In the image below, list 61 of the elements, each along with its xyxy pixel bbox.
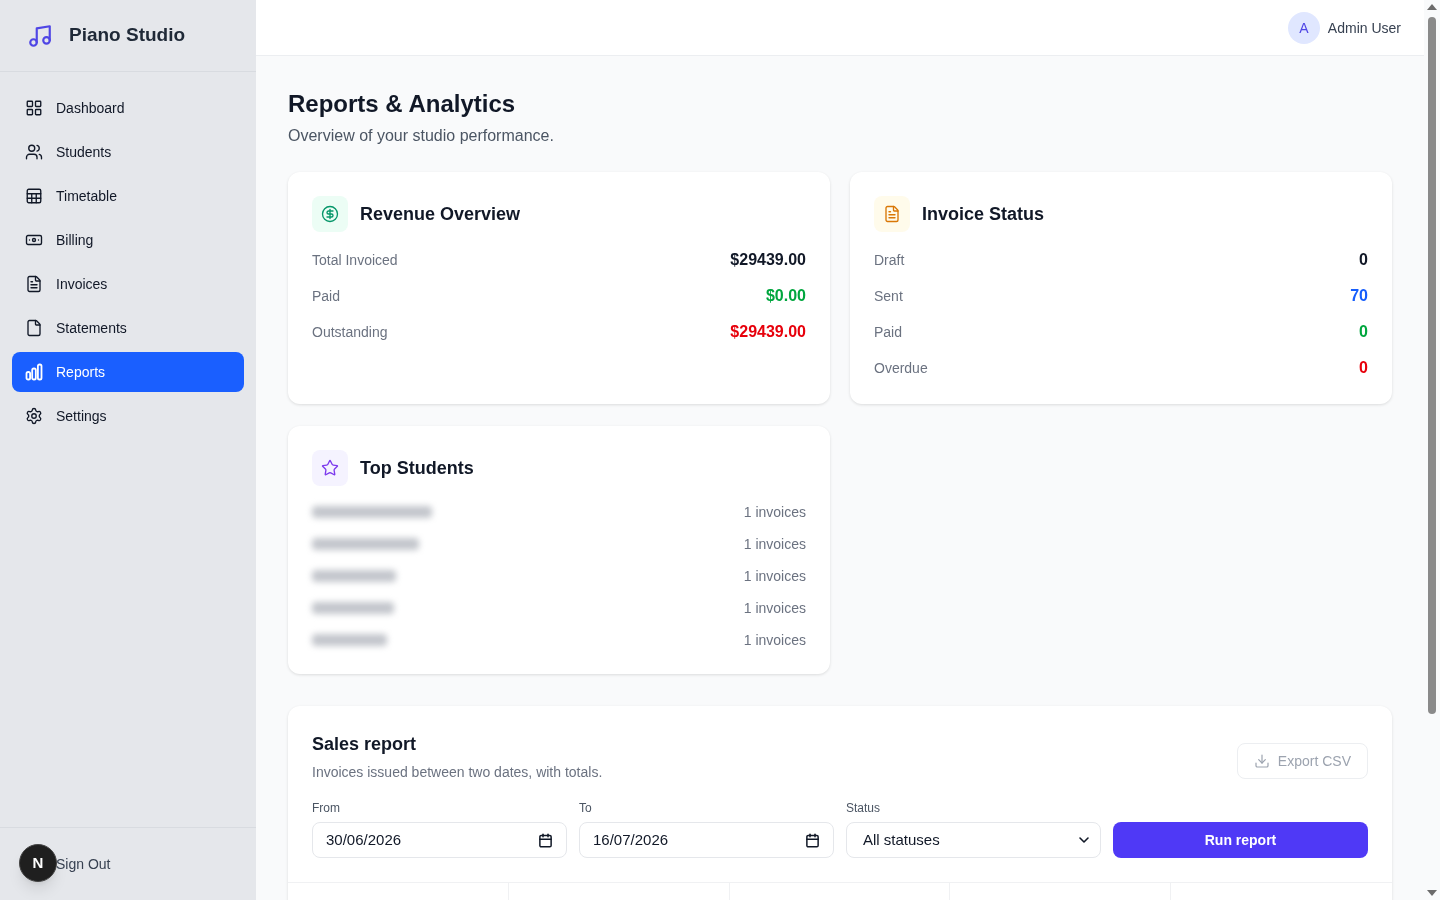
- date-field[interactable]: 30/06/2026: [312, 822, 567, 858]
- users-icon: [25, 143, 43, 161]
- field-label: From: [312, 800, 341, 816]
- stat-value: 0: [1359, 322, 1368, 342]
- invoice-count: 1 invoices: [743, 599, 806, 618]
- stat-value: 70: [1350, 286, 1368, 306]
- dollar-icon: [312, 196, 348, 232]
- status-select[interactable]: All statuses: [846, 822, 1101, 858]
- scrollbar-thumb[interactable]: [1428, 17, 1436, 714]
- invoice-count: 1 invoices: [743, 503, 806, 522]
- stat-value: 0: [1359, 250, 1368, 270]
- calendar-icon: [805, 832, 820, 848]
- sidebar-item[interactable]: Timetable: [12, 176, 244, 216]
- document-icon: [25, 275, 43, 293]
- sidebar-item[interactable]: Invoices: [12, 264, 244, 304]
- invoice-count: 1 invoices: [743, 631, 806, 650]
- table-icon: [25, 187, 43, 205]
- card-title: Invoice Status: [922, 203, 1045, 226]
- date-field[interactable]: 16/07/2026: [579, 822, 834, 858]
- file-icon: [25, 319, 43, 337]
- download-icon: [1253, 753, 1270, 769]
- sidebar-item[interactable]: Students: [12, 132, 244, 172]
- brand-name: Piano Studio: [69, 23, 186, 48]
- field-label: Status: [846, 800, 882, 816]
- sidebar-item[interactable]: Settings: [12, 396, 244, 436]
- invoice-count: 1 invoices: [743, 535, 806, 554]
- grid-icon: [25, 99, 43, 117]
- user-name: Admin User: [1327, 18, 1401, 38]
- sidebar-item[interactable]: Dashboard: [12, 88, 244, 128]
- page-subtitle: Overview of your studio performance.: [288, 126, 555, 146]
- stat-label: Sent: [874, 287, 903, 306]
- user-avatar[interactable]: A: [1287, 11, 1320, 44]
- stat-label: Outstanding: [312, 323, 388, 342]
- stat-label: Draft: [874, 251, 905, 270]
- invoice-count: 1 invoices: [743, 567, 806, 586]
- dev-badge[interactable]: N: [19, 844, 57, 882]
- card-title: Revenue Overview: [360, 203, 521, 226]
- card-title: Top Students: [360, 457, 474, 480]
- stat-value: 0: [1359, 358, 1368, 378]
- bar-chart-icon: [25, 363, 43, 381]
- sidebar-item[interactable]: Statements: [12, 308, 244, 348]
- stat-value: $29439.00: [730, 322, 806, 342]
- card-subtitle: Invoices issued between two dates, with totals.: [312, 763, 603, 782]
- stat-label: Total Invoiced: [312, 251, 398, 270]
- page-title: Reports & Analytics: [288, 89, 517, 119]
- stat-value: $0.00: [765, 286, 806, 306]
- calendar-icon: [538, 832, 553, 848]
- card-title: Sales report: [312, 733, 418, 756]
- field-label: To: [579, 800, 593, 816]
- document-icon: [874, 196, 910, 232]
- stat-label: Paid: [874, 323, 903, 342]
- run-report-button[interactable]: Run report: [1113, 822, 1368, 858]
- sidebar-item[interactable]: Billing: [12, 220, 244, 260]
- settings-icon: [25, 407, 43, 425]
- scrollbar[interactable]: [1424, 0, 1440, 900]
- stat-value: $29439.00: [730, 250, 806, 270]
- stat-label: Paid: [312, 287, 341, 306]
- scroll-up-icon[interactable]: [1427, 4, 1437, 10]
- stat-label: Overdue: [874, 359, 928, 378]
- scroll-down-icon[interactable]: [1427, 890, 1437, 896]
- sidebar-item[interactable]: Reports: [12, 352, 244, 392]
